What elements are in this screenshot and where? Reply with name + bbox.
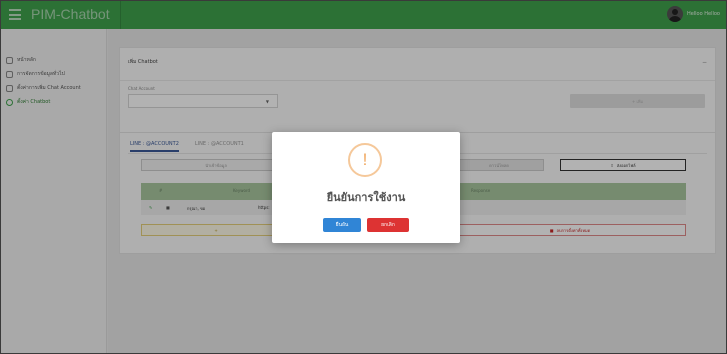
confirm-dialog: ! ยืนยันการใช้งาน ยืนยัน ยกเลิก bbox=[272, 132, 460, 243]
confirm-button[interactable]: ยืนยัน bbox=[323, 218, 361, 232]
dialog-title: ยืนยันการใช้งาน bbox=[326, 191, 406, 204]
app-frame: PIM-Chatbot Helloo Helloo หน้าหลัก การจั… bbox=[0, 0, 727, 354]
dialog-buttons: ยืนยัน ยกเลิก bbox=[272, 218, 460, 232]
warning-icon: ! bbox=[348, 143, 382, 177]
cancel-button[interactable]: ยกเลิก bbox=[367, 218, 409, 232]
